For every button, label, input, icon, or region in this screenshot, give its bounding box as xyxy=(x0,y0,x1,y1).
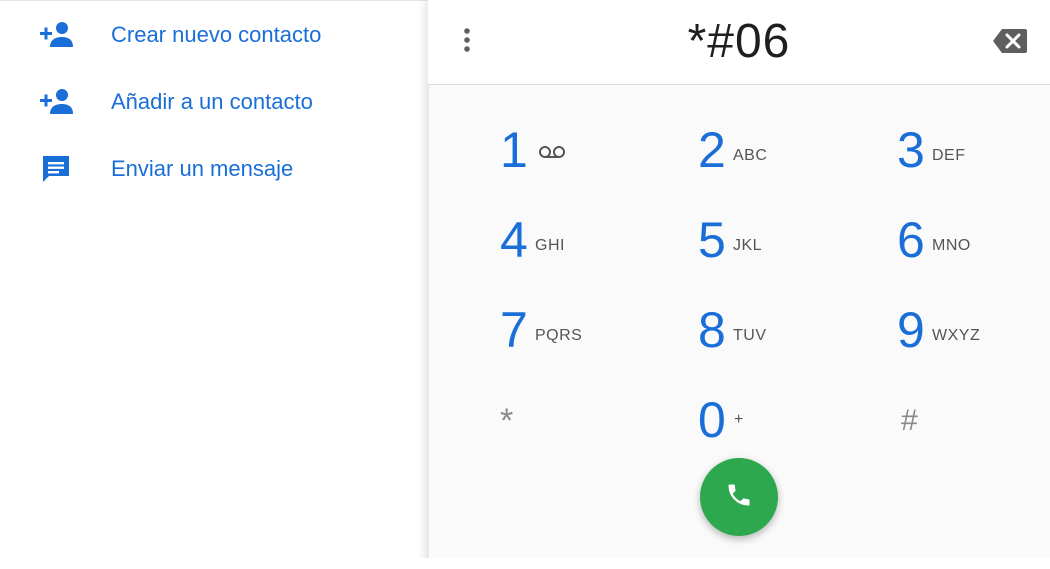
key-digit: 1 xyxy=(500,122,528,178)
key-star[interactable]: * xyxy=(500,400,620,480)
key-symbol: * xyxy=(500,402,514,440)
key-letters: WXYZ xyxy=(932,327,981,344)
key-digit: 4 xyxy=(500,212,528,268)
key-letters: DEF xyxy=(932,147,966,164)
key-8[interactable]: 8 TUV xyxy=(698,305,818,385)
dialed-number[interactable]: *#06 xyxy=(428,14,1050,69)
voicemail-icon xyxy=(538,145,566,164)
key-letters: + xyxy=(734,411,744,428)
key-9[interactable]: 9 WXYZ xyxy=(897,305,1017,385)
key-digit: 0 xyxy=(698,392,726,448)
key-digit: 8 xyxy=(698,302,726,358)
key-4[interactable]: 4 GHI xyxy=(500,215,620,295)
key-1[interactable]: 1 xyxy=(500,125,620,205)
key-letters: PQRS xyxy=(535,327,583,344)
create-contact-label: Crear nuevo contacto xyxy=(111,22,322,47)
key-digit: 7 xyxy=(500,302,528,358)
person-add-icon xyxy=(36,85,76,119)
digits-bar: *#06 xyxy=(428,0,1050,85)
key-hash[interactable]: # xyxy=(901,400,1021,480)
bottom-edge xyxy=(0,558,1050,569)
dialpad-pane: *#06 1 2 ABC 3 DEF 4 GHI 5 JKL 6 MNO 7 P… xyxy=(428,0,1050,569)
key-digit: 3 xyxy=(897,122,925,178)
add-to-contact-action[interactable]: Añadir a un contacto xyxy=(0,72,428,132)
key-letters: GHI xyxy=(535,237,565,254)
key-3[interactable]: 3 DEF xyxy=(897,125,1017,205)
key-digit: 9 xyxy=(897,302,925,358)
add-to-contact-label: Añadir a un contacto xyxy=(111,89,313,114)
key-2[interactable]: 2 ABC xyxy=(698,125,818,205)
key-digit: 5 xyxy=(698,212,726,268)
key-digit: 6 xyxy=(897,212,925,268)
key-7[interactable]: 7 PQRS xyxy=(500,305,620,385)
person-add-icon xyxy=(36,18,76,52)
key-letters: MNO xyxy=(932,237,971,254)
key-symbol: # xyxy=(901,404,918,437)
key-letters: JKL xyxy=(733,237,763,254)
phone-icon xyxy=(725,481,753,514)
key-6[interactable]: 6 MNO xyxy=(897,215,1017,295)
backspace-button[interactable] xyxy=(990,26,1030,60)
contact-actions-pane: Crear nuevo contacto Añadir a un contact… xyxy=(0,0,428,569)
key-5[interactable]: 5 JKL xyxy=(698,215,818,295)
send-message-label: Enviar un mensaje xyxy=(111,156,294,181)
call-button[interactable] xyxy=(700,458,778,536)
send-message-action[interactable]: Enviar un mensaje xyxy=(0,139,428,199)
key-digit: 2 xyxy=(698,122,726,178)
message-icon xyxy=(36,152,76,186)
keypad: 1 2 ABC 3 DEF 4 GHI 5 JKL 6 MNO 7 PQRS 8… xyxy=(428,85,1050,465)
key-letters: TUV xyxy=(733,327,767,344)
backspace-icon xyxy=(992,28,1028,59)
create-contact-action[interactable]: Crear nuevo contacto xyxy=(0,5,428,65)
key-letters: ABC xyxy=(733,147,768,164)
